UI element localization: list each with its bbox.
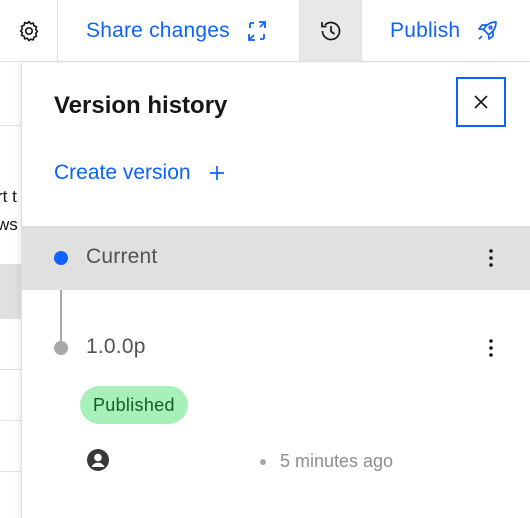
create-version-button[interactable]: Create version [54, 161, 225, 185]
background-page: rt t ws [0, 63, 22, 518]
overflow-menu-button[interactable] [479, 242, 503, 274]
gear-icon [17, 19, 41, 43]
top-toolbar: Share changes Publish [0, 0, 530, 62]
divider [0, 318, 22, 319]
background-text: ws [0, 215, 18, 234]
version-row-1-0-0p[interactable]: 1.0.0p [22, 316, 530, 380]
share-arrows-icon [244, 18, 270, 44]
publish-button[interactable]: Publish [362, 0, 530, 62]
divider [0, 420, 22, 421]
version-history-button[interactable] [300, 0, 362, 62]
background-text: rt t [0, 187, 17, 206]
bullet-separator [260, 458, 266, 465]
share-changes-label: Share changes [86, 19, 230, 42]
history-clock-icon [318, 18, 344, 44]
close-button[interactable] [456, 77, 506, 127]
overflow-menu-icon [489, 339, 493, 357]
overflow-menu-icon [489, 249, 493, 267]
divider [0, 125, 22, 126]
version-row-current[interactable]: Current [22, 226, 530, 290]
version-timestamp: 5 minutes ago [260, 451, 393, 472]
plus-icon [209, 165, 225, 181]
overflow-menu-button[interactable] [479, 332, 503, 364]
app-screen: Share changes Publish t t ws Version his… [0, 0, 530, 518]
divider [0, 369, 22, 370]
version-label: 1.0.0p [86, 335, 146, 358]
published-status-tag: Published [80, 386, 188, 424]
version-history-panel: Version history Create version Current 1… [21, 63, 530, 518]
version-label: Current [86, 245, 158, 268]
create-version-label: Create version [54, 161, 191, 184]
rocket-icon [474, 18, 500, 44]
background-table-header [0, 264, 22, 318]
divider [0, 471, 22, 472]
share-changes-button[interactable]: Share changes [58, 0, 300, 62]
timestamp-text: 5 minutes ago [280, 451, 394, 471]
settings-button[interactable] [0, 0, 58, 62]
user-avatar-icon [86, 448, 110, 472]
panel-title: Version history [54, 92, 228, 119]
timeline-marker-current [54, 251, 68, 265]
publish-label: Publish [390, 19, 461, 42]
close-icon [473, 94, 489, 110]
